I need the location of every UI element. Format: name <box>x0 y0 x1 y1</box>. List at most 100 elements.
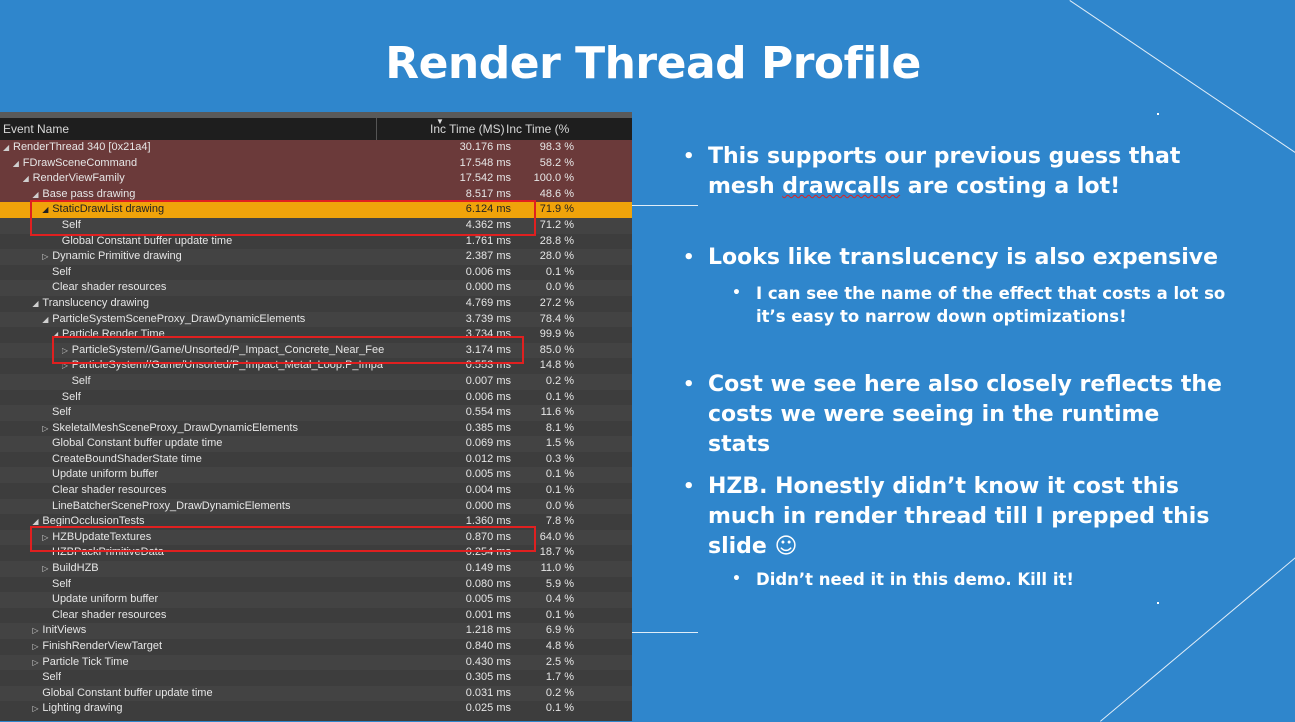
profiler-row[interactable]: Global Constant buffer update time 0.031 … <box>0 685 632 702</box>
slide-title: Render Thread Profile <box>385 38 921 89</box>
inc-time-ms-cell: 0.149 ms <box>465 562 511 575</box>
profiler-row[interactable]: ▷ InitViews 1.218 ms 6.9 % <box>0 623 632 639</box>
collapsed-arrow-icon[interactable]: ▷ <box>32 623 42 639</box>
profiler-row[interactable]: Clear shader resources 0.004 ms 0.1 % <box>0 483 632 499</box>
inc-time-ms-cell: 0.000 ms <box>465 499 511 512</box>
profiler-row[interactable]: ◢ RenderViewFamily 17.542 ms 100.0 % <box>0 171 632 187</box>
event-label: Self <box>42 671 62 684</box>
event-name-cell: Clear shader resources <box>52 483 166 499</box>
inc-time-pct-cell: 0.0 % <box>545 281 574 294</box>
inc-time-pct-cell: 0.1 % <box>545 468 574 481</box>
event-label: Dynamic Primitive drawing <box>52 250 182 263</box>
profiler-row[interactable]: ▷ FinishRenderViewTarget 0.840 ms 4.8 % <box>0 639 632 655</box>
profiler-row[interactable]: Update uniform buffer 0.005 ms 0.1 % <box>0 467 632 484</box>
profiler-row[interactable]: Self 0.006 ms 0.1 % <box>0 265 632 281</box>
event-name-cell: ▷ Particle Tick Time <box>32 655 128 671</box>
profiler-row[interactable]: CreateBoundShaderState time 0.012 ms 0.3 % <box>0 452 632 468</box>
inc-time-ms-cell: 0.006 ms <box>465 265 511 278</box>
inc-time-ms-cell: 0.001 ms <box>465 608 511 621</box>
inc-time-pct-cell: 1.5 % <box>545 437 574 450</box>
profiler-row[interactable]: Self 0.305 ms 1.7 % <box>0 670 632 686</box>
highlight-box-staticdrawlist <box>30 200 536 236</box>
profiler-row[interactable]: Self 0.080 ms 5.9 % <box>0 577 632 593</box>
inc-time-pct-cell: 6.9 % <box>545 624 574 637</box>
event-label: Clear shader resources <box>52 281 167 294</box>
column-event-name[interactable]: Event Name <box>3 122 69 136</box>
bullet-item: • Looks like translucency is also expens… <box>680 243 1228 273</box>
inc-time-ms-cell: 0.385 ms <box>465 421 511 434</box>
event-label: Self <box>71 374 91 387</box>
event-label: Self <box>52 406 71 419</box>
inc-time-pct-cell: 11.6 % <box>540 406 574 419</box>
event-name-cell: Self <box>62 390 81 406</box>
collapsed-arrow-icon[interactable]: ▷ <box>42 561 52 577</box>
expanded-arrow-icon[interactable]: ◢ <box>3 140 13 156</box>
inc-time-pct-cell: 100.0 % <box>533 172 574 185</box>
bullet-item: • Cost we see here also closely reflects… <box>680 370 1228 460</box>
expanded-arrow-icon[interactable]: ◢ <box>32 296 42 312</box>
event-name-cell: LineBatcherSceneProxy_DrawDynamicElement… <box>52 499 290 515</box>
inc-time-ms-cell: 0.069 ms <box>465 437 511 450</box>
profiler-row[interactable]: Self 0.006 ms 0.1 % <box>0 390 632 406</box>
collapsed-arrow-icon[interactable]: ▷ <box>32 701 42 717</box>
inc-time-ms-cell: 0.554 ms <box>465 406 511 419</box>
event-label: Self <box>52 265 71 278</box>
profiler-row[interactable]: Clear shader resources 0.001 ms 0.1 % <box>0 608 632 624</box>
collapsed-arrow-icon[interactable]: ▷ <box>42 249 52 265</box>
event-label: BuildHZB <box>52 562 99 575</box>
event-label: Clear shader resources <box>52 484 167 497</box>
inc-time-ms-cell: 0.031 ms <box>465 686 511 699</box>
bullet-dot: • <box>683 476 695 497</box>
inc-time-ms-cell: 0.006 ms <box>465 390 511 403</box>
collapsed-arrow-icon[interactable]: ▷ <box>32 639 42 655</box>
collapsed-arrow-icon[interactable]: ▷ <box>32 655 42 671</box>
event-label: Particle Tick Time <box>42 655 129 668</box>
profiler-row[interactable]: LineBatcherSceneProxy_DrawDynamicElement… <box>0 498 632 515</box>
profiler-row[interactable]: ◢ RenderThread 340 [0x21a4] 30.176 ms 98.3 … <box>0 140 632 156</box>
column-inc-time-ms[interactable]: Inc Time (MS) <box>430 122 505 136</box>
event-label: CreateBoundShaderState time <box>52 452 202 465</box>
profiler-row[interactable]: Self 0.007 ms 0.2 % <box>0 373 632 390</box>
column-separator[interactable] <box>376 118 377 140</box>
event-label: Global Constant buffer update time <box>52 437 223 450</box>
inc-time-ms-cell: 3.739 ms <box>465 312 511 325</box>
bullet-item: • HZB. Honestly didn’t know it cost this… <box>680 472 1228 562</box>
sub-bullet-text: I can see the name of the effect that co… <box>756 284 1226 326</box>
profiler-row[interactable]: ◢ Translucency drawing 4.769 ms 27.2 % <box>0 296 632 312</box>
column-inc-time-pct[interactable]: Inc Time (% <box>506 122 569 136</box>
inc-time-ms-cell: 0.000 ms <box>465 281 511 294</box>
profiler-row[interactable]: Update uniform buffer 0.005 ms 0.4 % <box>0 592 632 608</box>
inc-time-pct-cell: 11.0 % <box>540 562 574 575</box>
profiler-row[interactable]: ▷ SkeletalMeshSceneProxy_DrawDynamicEleme… <box>0 421 632 437</box>
profiler-row[interactable]: Clear shader resources 0.000 ms 0.0 % <box>0 280 632 296</box>
expanded-arrow-icon[interactable]: ◢ <box>13 156 23 172</box>
event-name-cell: Clear shader resources <box>52 280 166 296</box>
inc-time-pct-cell: 0.1 % <box>545 608 574 621</box>
inc-time-pct-cell: 0.2 % <box>545 374 574 387</box>
event-name-cell: Global Constant buffer update time <box>42 686 212 702</box>
inc-time-pct-cell: 0.3 % <box>545 452 574 465</box>
inc-time-ms-cell: 0.005 ms <box>465 468 511 481</box>
bullet-item: • This supports our previous guess that … <box>680 142 1228 202</box>
bullet-text: Cost we see here also closely reflects t… <box>708 372 1222 457</box>
profiler-row[interactable]: ◢ FDrawSceneCommand 17.548 ms 58.2 % <box>0 155 632 172</box>
inc-time-pct-cell: 8.1 % <box>545 421 574 434</box>
event-name-cell: CreateBoundShaderState time <box>52 452 202 468</box>
event-name-cell: ▷ BuildHZB <box>42 561 98 577</box>
profiler-row[interactable]: ▷ Dynamic Primitive drawing 2.387 ms 28.0 % <box>0 249 632 265</box>
profiler-row[interactable]: ▷ Lighting drawing 0.025 ms 0.1 % <box>0 701 632 717</box>
inc-time-ms-cell: 0.305 ms <box>465 671 511 684</box>
profiler-row[interactable]: Global Constant buffer update time 0.069 … <box>0 436 632 452</box>
expanded-arrow-icon[interactable]: ◢ <box>23 171 33 187</box>
profiler-row[interactable]: Self 0.554 ms 11.6 % <box>0 405 632 421</box>
spellcheck-word: drawcalls <box>782 174 901 199</box>
profiler-row[interactable]: ▷ BuildHZB 0.149 ms 11.0 % <box>0 561 632 577</box>
collapsed-arrow-icon[interactable]: ▷ <box>42 421 52 437</box>
profiler-header: Event Name ▼ Inc Time (MS) Inc Time (% <box>0 117 632 140</box>
highlight-box-hzb <box>30 526 536 552</box>
inc-time-ms-cell: 1.218 ms <box>465 624 511 637</box>
profiler-row[interactable]: ▷ Particle Tick Time 0.430 ms 2.5 % <box>0 654 632 671</box>
inc-time-pct-cell: 0.1 % <box>545 390 574 403</box>
expanded-arrow-icon[interactable]: ◢ <box>42 312 52 328</box>
profiler-row[interactable]: ◢ ParticleSystemSceneProxy_DrawDynamicEle… <box>0 311 632 328</box>
